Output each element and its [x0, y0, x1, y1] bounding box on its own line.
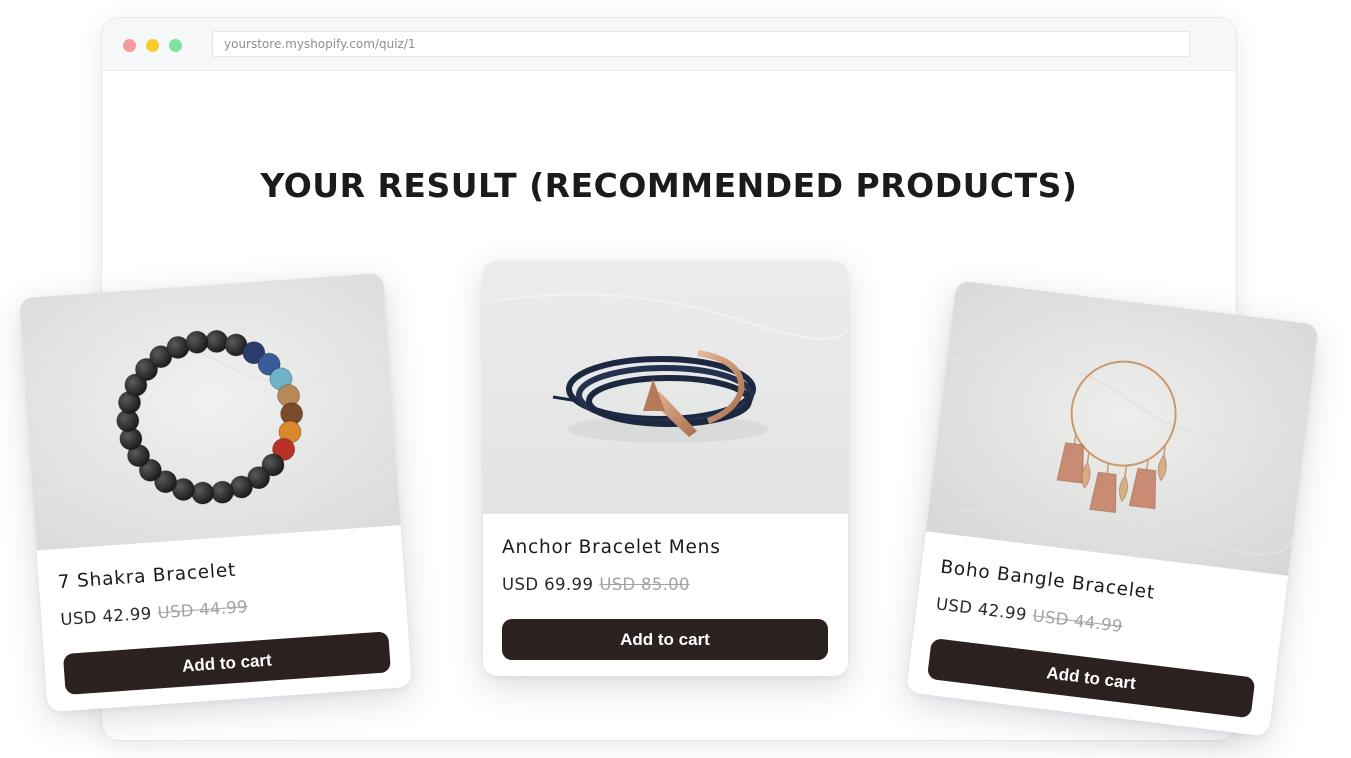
sale-price: USD 69.99: [502, 575, 594, 594]
compare-at-price: USD 44.99: [156, 597, 249, 623]
sale-price: USD 42.99: [59, 603, 153, 630]
add-to-cart-button[interactable]: Add to cart: [502, 619, 828, 660]
page-title: YOUR RESULT (RECOMMENDED PRODUCTS): [260, 166, 1078, 205]
price-row: USD 42.99 USD 44.99: [60, 597, 249, 629]
product-card-boho[interactable]: Boho Bangle Bracelet USD 42.99 USD 44.99 …: [906, 280, 1319, 737]
product-card-shakra[interactable]: 7 Shakra Bracelet USD 42.99 USD 44.99 Add…: [18, 272, 413, 713]
browser-toolbar: yourstore.myshopify.com/quiz/1: [102, 18, 1236, 71]
page-stage: yourstore.myshopify.com/quiz/1 YOUR RESU…: [0, 0, 1351, 758]
close-window-dot[interactable]: [123, 39, 136, 52]
product-image[interactable]: [483, 261, 848, 514]
product-card-anchor[interactable]: Anchor Bracelet Mens USD 69.99 USD 85.00 …: [483, 261, 848, 676]
price-row: USD 42.99 USD 44.99: [935, 594, 1124, 636]
anchor-bracelet-icon: [483, 261, 848, 514]
product-title[interactable]: Anchor Bracelet Mens: [502, 537, 721, 558]
product-title[interactable]: Boho Bangle Bracelet: [939, 557, 1156, 604]
price-row: USD 69.99 USD 85.00: [502, 575, 690, 594]
compare-at-price: USD 85.00: [599, 575, 690, 594]
minimize-window-dot[interactable]: [146, 39, 159, 52]
product-image[interactable]: [18, 272, 401, 551]
add-to-cart-button[interactable]: Add to cart: [62, 631, 391, 695]
maximize-window-dot[interactable]: [169, 39, 182, 52]
tassel-bangle-icon: [925, 280, 1319, 576]
address-bar[interactable]: yourstore.myshopify.com/quiz/1: [212, 31, 1190, 57]
sale-price: USD 42.99: [934, 594, 1028, 625]
product-image[interactable]: [925, 280, 1319, 576]
compare-at-price: USD 44.99: [1031, 606, 1124, 637]
product-title[interactable]: 7 Shakra Bracelet: [57, 560, 237, 593]
beaded-bracelet-icon: [18, 272, 401, 551]
